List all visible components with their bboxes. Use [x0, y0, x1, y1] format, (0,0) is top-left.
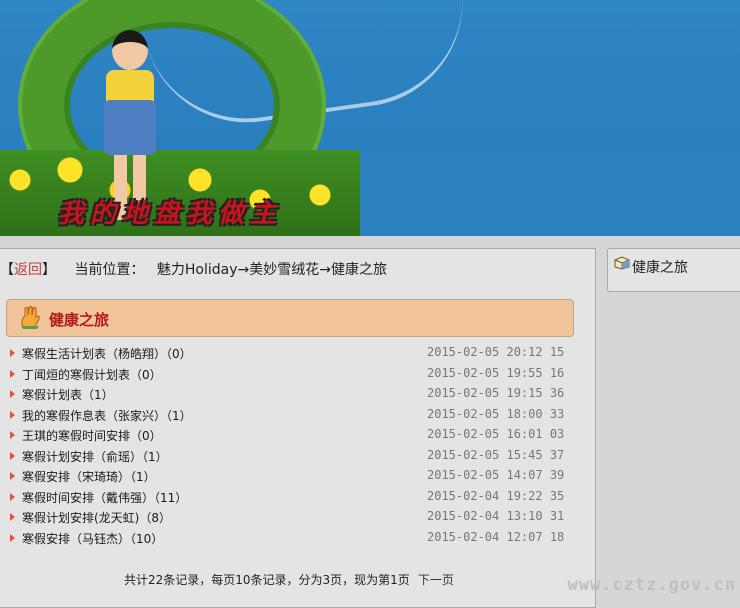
bullet-arrow-icon [10, 369, 15, 378]
bracket-close: 】 [42, 262, 56, 278]
article-date: 2015-02-05 15:45 37 [427, 447, 565, 462]
article-title[interactable]: 寒假安排（马钰杰）（10） [22, 530, 163, 547]
section-header: 健康之旅 [6, 299, 574, 337]
article-date: 2015-02-05 16:01 03 [427, 427, 565, 441]
article-title[interactable]: 寒假计划表（1） [22, 386, 114, 403]
bullet-arrow-icon [10, 410, 15, 419]
bullet-arrow-icon [10, 472, 15, 480]
sidebar-panel: 健康之旅 [607, 248, 740, 292]
header-banner: 我的地盘我做主 [0, 0, 740, 236]
list-item[interactable]: 寒假安排（马钰杰）（10） 2015-02-04 12:07 18 [10, 530, 570, 551]
banner-title: 我的地盘我做主 [58, 199, 283, 229]
article-date: 2015-02-04 12:07 18 [427, 529, 565, 544]
article-date: 2015-02-05 20:12 15 [427, 345, 565, 359]
pagination: 共计22条记录，每页10条记录，分为3页，现为第1页 下一页 [124, 571, 454, 588]
location-path: 魅力Holiday→美妙雪绒花→健康之旅 [156, 262, 387, 278]
article-date: 2015-02-05 19:15 36 [427, 386, 565, 400]
article-date: 2015-02-05 18:00 33 [427, 406, 565, 421]
article-title[interactable]: 寒假安排（宋琦琦）（1） [22, 468, 156, 485]
article-date: 2015-02-05 14:07 39 [427, 468, 565, 482]
list-item[interactable]: 我的寒假作息表（张家兴）（1） 2015-02-05 18:00 33 [10, 407, 570, 428]
bullet-arrow-icon [10, 431, 15, 439]
pagination-summary: 共计22条记录，每页10条记录，分为3页，现为第1页 [124, 573, 410, 587]
article-title[interactable]: 寒假时间安排（戴伟强）（11） [22, 489, 187, 506]
list-item[interactable]: 王琪的寒假时间安排（0） 2015-02-05 16:01 03 [10, 427, 570, 448]
list-item[interactable]: 寒假计划表（1） 2015-02-05 19:15 36 [10, 386, 570, 407]
article-date: 2015-02-05 19:55 16 [427, 365, 565, 380]
site-watermark: www.cztz.gov.cn [567, 575, 736, 595]
content-panel: 【返回】 当前位置： 魅力Holiday→美妙雪绒花→健康之旅 健康之旅 寒假生… [0, 248, 596, 608]
back-link[interactable]: 返回 [14, 262, 42, 278]
bullet-arrow-icon [10, 390, 15, 398]
list-item[interactable]: 丁闻烜的寒假计划表（0） 2015-02-05 19:55 16 [10, 366, 570, 387]
bullet-arrow-icon [10, 533, 15, 542]
section-title: 健康之旅 [49, 311, 110, 329]
bullet-arrow-icon [10, 451, 15, 460]
article-title[interactable]: 寒假计划安排（俞瑶）（1） [22, 448, 168, 465]
book-icon [614, 256, 630, 270]
article-title[interactable]: 王琪的寒假时间安排（0） [22, 427, 162, 444]
bullet-arrow-icon [10, 492, 15, 501]
breadcrumb: 【返回】 当前位置： 魅力Holiday→美妙雪绒花→健康之旅 [0, 259, 387, 279]
list-item[interactable]: 寒假安排（宋琦琦）（1） 2015-02-05 14:07 39 [10, 468, 570, 489]
list-item[interactable]: 寒假计划安排(龙天虹)（8） 2015-02-04 13:10 31 [10, 509, 570, 530]
article-list: 寒假生活计划表（杨皓翔）（0） 2015-02-05 20:12 15 丁闻烜的寒… [10, 345, 570, 550]
article-title[interactable]: 丁闻烜的寒假计划表（0） [22, 366, 162, 383]
list-item[interactable]: 寒假计划安排（俞瑶）（1） 2015-02-05 15:45 37 [10, 448, 570, 469]
hand-icon [21, 306, 40, 329]
bullet-arrow-icon [10, 349, 15, 357]
list-item[interactable]: 寒假时间安排（戴伟强）（11） 2015-02-04 19:22 35 [10, 489, 570, 510]
article-date: 2015-02-04 13:10 31 [427, 509, 565, 523]
article-date: 2015-02-04 19:22 35 [427, 488, 565, 503]
article-title[interactable]: 寒假生活计划表（杨皓翔）（0） [22, 345, 192, 362]
next-page-link[interactable]: 下一页 [418, 573, 454, 587]
article-title[interactable]: 寒假计划安排(龙天虹)（8） [22, 509, 171, 526]
location-label: 当前位置： [74, 262, 145, 278]
sidebar-title[interactable]: 健康之旅 [632, 257, 688, 277]
list-item[interactable]: 寒假生活计划表（杨皓翔）（0） 2015-02-05 20:12 15 [10, 345, 570, 366]
bracket-open: 【 [0, 262, 14, 278]
bullet-arrow-icon [10, 513, 15, 521]
article-title[interactable]: 我的寒假作息表（张家兴）（1） [22, 407, 192, 424]
